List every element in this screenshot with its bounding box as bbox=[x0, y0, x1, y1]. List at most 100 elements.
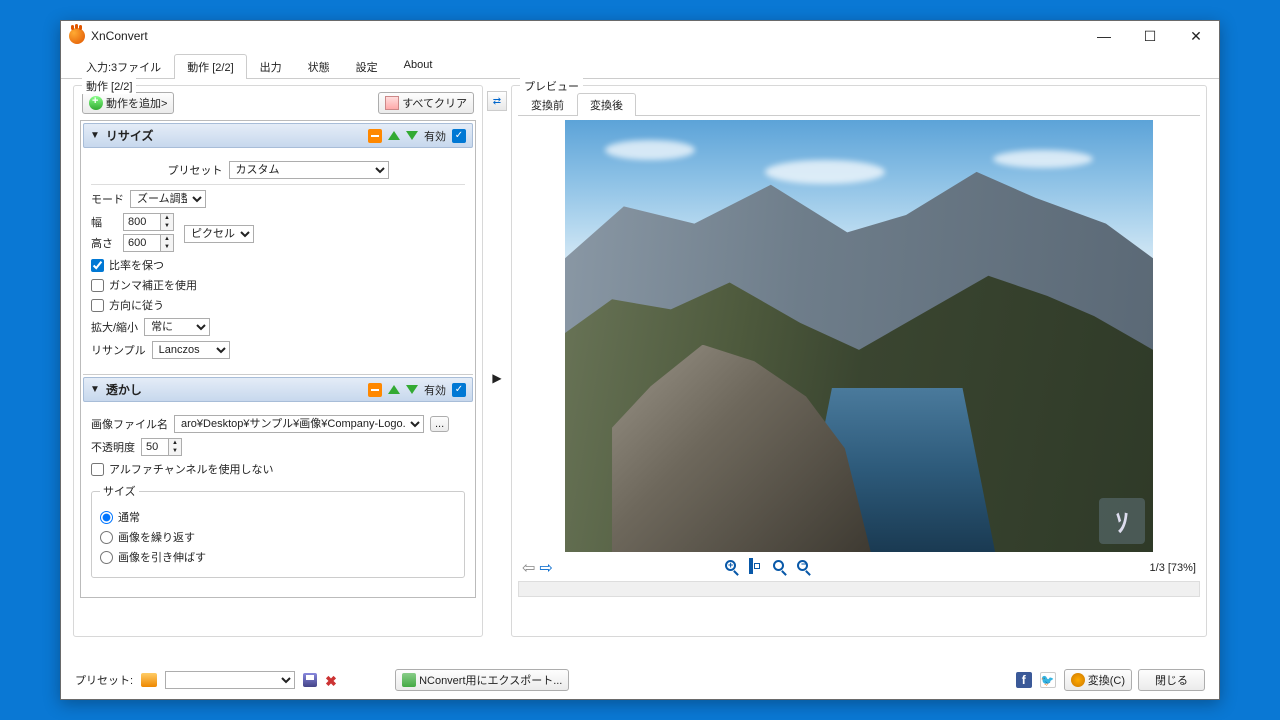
size-normal-label: 通常 bbox=[118, 509, 140, 525]
opacity-input[interactable]: ▲▼ bbox=[141, 438, 182, 456]
action-watermark-title: 透かし bbox=[106, 381, 368, 398]
clear-all-button[interactable]: すべてクリア bbox=[378, 92, 474, 114]
preset-label: プリセット: bbox=[75, 672, 133, 688]
titlebar: XnConvert — ☐ ✕ bbox=[61, 21, 1219, 51]
action-resize-title: リサイズ bbox=[106, 127, 368, 144]
enabled-label: 有効 bbox=[424, 382, 446, 398]
action-resize-header[interactable]: ▼ リサイズ 有効 ✓ bbox=[83, 123, 473, 148]
close-app-button[interactable]: 閉じる bbox=[1138, 669, 1205, 691]
collapse-icon: ▼ bbox=[90, 130, 100, 141]
tab-about[interactable]: About bbox=[391, 54, 446, 79]
preset-select[interactable] bbox=[165, 671, 295, 689]
size-tile-radio[interactable] bbox=[100, 531, 113, 544]
plus-icon bbox=[89, 96, 103, 110]
watermark-overlay: ｿ bbox=[1099, 498, 1145, 544]
tab-action[interactable]: 動作 [2/2] bbox=[174, 54, 246, 79]
preview-tabs: 変換前 変換後 bbox=[518, 92, 1200, 116]
size-stretch-label: 画像を引き伸ばす bbox=[118, 549, 206, 565]
window-title: XnConvert bbox=[91, 29, 148, 43]
size-stretch-radio[interactable] bbox=[100, 551, 113, 564]
prev-image-icon[interactable]: ⇦ bbox=[522, 558, 535, 578]
tab-settings[interactable]: 設定 bbox=[343, 54, 391, 79]
export-label: NConvert用にエクスポート... bbox=[419, 672, 562, 688]
zoom-out-icon[interactable] bbox=[797, 560, 813, 576]
mode-select[interactable]: ズーム調整 bbox=[130, 190, 206, 208]
facebook-icon[interactable]: f bbox=[1016, 672, 1032, 688]
next-image-icon[interactable]: ⇨ bbox=[539, 558, 552, 578]
gamma-checkbox[interactable] bbox=[91, 279, 104, 292]
height-label: 高さ bbox=[91, 235, 117, 251]
horizontal-scrollbar[interactable] bbox=[518, 581, 1200, 597]
convert-button[interactable]: 変換(C) bbox=[1064, 669, 1132, 691]
preview-image: ｿ bbox=[565, 120, 1153, 552]
minimize-button[interactable]: — bbox=[1081, 21, 1127, 51]
tab-output[interactable]: 出力 bbox=[247, 54, 295, 79]
actions-panel: 動作 [2/2] 動作を追加> すべてクリア ▼ リサイズ bbox=[73, 85, 483, 637]
mid-column: ⇄ ▶ bbox=[487, 85, 507, 637]
delete-icon[interactable]: ✖ bbox=[325, 673, 339, 687]
expand-arrow-icon[interactable]: ▶ bbox=[492, 371, 501, 385]
remove-action-icon[interactable] bbox=[368, 383, 382, 397]
gamma-label: ガンマ補正を使用 bbox=[109, 277, 197, 293]
preview-panel: プレビュー 変換前 変換後 ｿ ⇦ ⇨ bbox=[511, 85, 1207, 637]
tab-status[interactable]: 状態 bbox=[295, 54, 343, 79]
close-button[interactable]: ✕ bbox=[1173, 21, 1219, 51]
twitter-icon[interactable]: 🐦 bbox=[1040, 672, 1056, 688]
enabled-checkbox[interactable]: ✓ bbox=[452, 129, 466, 143]
size-fieldset: サイズ 通常 画像を繰り返す 画像を引き伸ばす bbox=[91, 483, 465, 578]
maximize-button[interactable]: ☐ bbox=[1127, 21, 1173, 51]
enabled-label: 有効 bbox=[424, 128, 446, 144]
move-up-icon[interactable] bbox=[388, 385, 400, 394]
export-icon bbox=[402, 673, 416, 687]
size-normal-radio[interactable] bbox=[100, 511, 113, 524]
remove-action-icon[interactable] bbox=[368, 129, 382, 143]
actions-panel-label: 動作 [2/2] bbox=[82, 78, 136, 94]
preset-select[interactable]: カスタム bbox=[229, 161, 389, 179]
save-icon[interactable] bbox=[303, 673, 317, 687]
tab-after[interactable]: 変換後 bbox=[577, 93, 636, 116]
enlarge-label: 拡大/縮小 bbox=[91, 319, 138, 335]
mode-label: モード bbox=[91, 191, 124, 207]
zoom-in-icon[interactable] bbox=[725, 560, 741, 576]
action-watermark-header[interactable]: ▼ 透かし 有効 ✓ bbox=[83, 377, 473, 402]
no-alpha-label: アルファチャンネルを使用しない bbox=[109, 461, 274, 477]
no-alpha-checkbox[interactable] bbox=[91, 463, 104, 476]
unit-select[interactable]: ピクセル bbox=[184, 225, 254, 243]
zoom-100-icon[interactable] bbox=[773, 560, 789, 576]
move-down-icon[interactable] bbox=[406, 131, 418, 140]
resample-select[interactable]: Lanczos bbox=[152, 341, 230, 359]
height-input[interactable]: ▲▼ bbox=[123, 234, 174, 252]
action-watermark-body: 画像ファイル名 aro¥Desktop¥サンプル¥画像¥Company-Logo… bbox=[83, 404, 473, 588]
convert-label: 変換(C) bbox=[1088, 672, 1125, 688]
preview-panel-label: プレビュー bbox=[520, 78, 583, 94]
add-action-label: 動作を追加> bbox=[106, 95, 167, 111]
action-list[interactable]: ▼ リサイズ 有効 ✓ プリセット カスタム bbox=[80, 120, 476, 598]
opacity-label: 不透明度 bbox=[91, 439, 135, 455]
orientation-checkbox[interactable] bbox=[91, 299, 104, 312]
app-window: XnConvert — ☐ ✕ 入力:3ファイル 動作 [2/2] 出力 状態 … bbox=[60, 20, 1220, 700]
width-label: 幅 bbox=[91, 214, 117, 230]
orientation-label: 方向に従う bbox=[109, 297, 164, 313]
file-select[interactable]: aro¥Desktop¥サンプル¥画像¥Company-Logo.png bbox=[174, 415, 424, 433]
action-resize-body: プリセット カスタム モード ズーム調整 幅 ▲▼ ピクセル 高さ bbox=[83, 150, 473, 375]
swap-icon[interactable]: ⇄ bbox=[487, 91, 507, 111]
folder-icon[interactable] bbox=[141, 673, 157, 687]
browse-button[interactable]: ... bbox=[430, 416, 449, 432]
keep-ratio-label: 比率を保つ bbox=[109, 257, 164, 273]
tab-before[interactable]: 変換前 bbox=[518, 93, 577, 116]
size-legend: サイズ bbox=[100, 483, 139, 499]
zoom-fit-icon[interactable] bbox=[749, 560, 765, 576]
keep-ratio-checkbox[interactable] bbox=[91, 259, 104, 272]
footer: プリセット: ✖ NConvert用にエクスポート... f 🐦 変換(C) 閉… bbox=[61, 661, 1219, 699]
width-input[interactable]: ▲▼ bbox=[123, 213, 174, 231]
enabled-checkbox[interactable]: ✓ bbox=[452, 383, 466, 397]
gear-icon bbox=[1071, 673, 1085, 687]
add-action-button[interactable]: 動作を追加> bbox=[82, 92, 174, 114]
file-label: 画像ファイル名 bbox=[91, 416, 168, 432]
main-tabs: 入力:3ファイル 動作 [2/2] 出力 状態 設定 About bbox=[61, 53, 1219, 79]
enlarge-select[interactable]: 常に bbox=[144, 318, 210, 336]
move-up-icon[interactable] bbox=[388, 131, 400, 140]
move-down-icon[interactable] bbox=[406, 385, 418, 394]
export-button[interactable]: NConvert用にエクスポート... bbox=[395, 669, 569, 691]
tab-input[interactable]: 入力:3ファイル bbox=[73, 54, 174, 79]
